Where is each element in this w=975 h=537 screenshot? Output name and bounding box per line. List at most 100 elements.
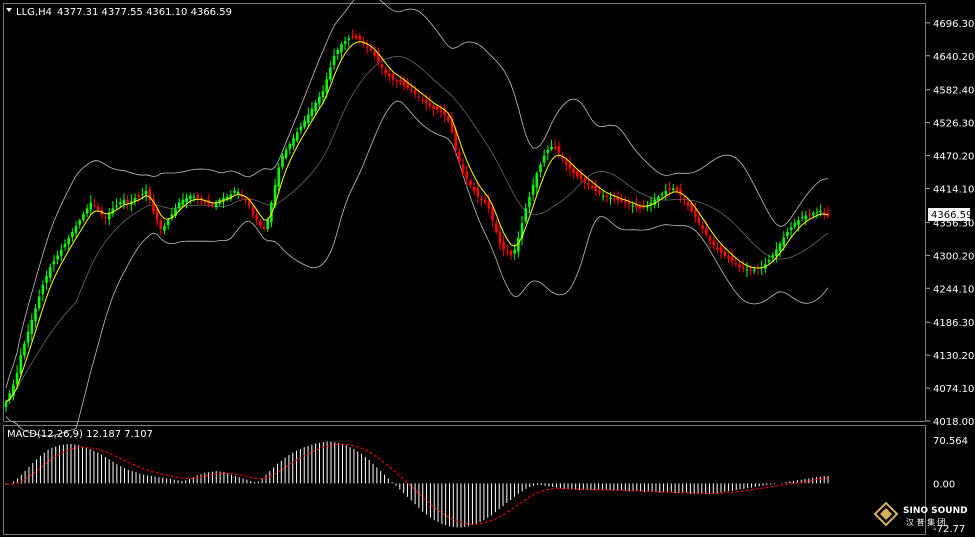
candle-body — [531, 185, 535, 195]
candle-body — [292, 138, 295, 146]
candle-body — [388, 73, 391, 77]
candle-body — [572, 168, 575, 174]
candle-body — [719, 246, 723, 253]
candle-body — [71, 231, 74, 238]
candle-body — [587, 183, 590, 186]
candle-body — [163, 226, 166, 231]
candle-body — [579, 173, 583, 180]
macd-signal-line — [5, 443, 829, 525]
candle-body — [461, 164, 465, 174]
candle-body — [402, 81, 406, 86]
candle-body — [439, 110, 443, 112]
candle-body — [694, 210, 697, 218]
candle-body — [196, 194, 199, 198]
candle-body — [524, 208, 528, 222]
candle-body — [701, 225, 704, 230]
candle-body — [236, 192, 240, 194]
trading-chart[interactable]: 4696.30 4640.20 4582.40 4526.30 4470.20 4414.… — [0, 0, 975, 537]
candle-body — [712, 240, 716, 245]
candle-body — [797, 220, 800, 225]
candle-body — [144, 190, 148, 195]
price-tick-label: 4074.10 — [933, 384, 974, 395]
candle-body — [325, 79, 328, 92]
candle-body — [343, 41, 347, 44]
candle-body — [288, 143, 292, 149]
candle-body — [623, 201, 627, 203]
candle-body — [89, 202, 93, 209]
candle-body — [730, 256, 734, 262]
symbol-dropdown-icon[interactable] — [6, 8, 12, 12]
candle-body — [723, 251, 727, 256]
candle-body — [314, 102, 317, 112]
candle-body — [793, 223, 797, 227]
candle-body — [564, 161, 568, 165]
candle-body — [15, 372, 19, 385]
price-tick-label: 4526.30 — [933, 119, 974, 130]
candle-body — [23, 343, 26, 356]
candle-body — [609, 197, 612, 199]
candle-body — [568, 163, 572, 169]
candle-body — [410, 89, 413, 92]
ohlc-values: 4377.31 4377.55 4361.10 4366.59 — [57, 7, 232, 18]
candle-body — [380, 64, 384, 68]
candle-body — [48, 267, 52, 278]
candle-body — [800, 217, 804, 219]
candle-body — [782, 237, 786, 246]
candle-body — [399, 80, 402, 83]
candle-body — [78, 220, 82, 225]
candle-body — [37, 296, 41, 309]
candle-body — [211, 203, 214, 206]
candle-body — [67, 237, 70, 245]
candle-body — [542, 155, 546, 163]
candle-body — [63, 243, 67, 248]
candle-body — [126, 200, 129, 203]
candle-body — [166, 220, 170, 225]
candle-body — [671, 188, 675, 190]
price-tick-label: 4640.20 — [933, 52, 974, 63]
price-tick-label: 4696.30 — [933, 19, 974, 30]
candle-body — [487, 200, 491, 209]
logo-subtitle: 汉 普 集 团 — [906, 517, 946, 527]
candle-body — [115, 205, 118, 207]
macd-indicator — [5, 441, 829, 528]
candle-body — [82, 214, 85, 220]
candle-body — [734, 263, 738, 265]
candle-body — [74, 226, 78, 234]
candle-body — [177, 202, 181, 209]
candle-body — [185, 197, 188, 202]
candle-body — [354, 35, 358, 39]
ma-line — [5, 40, 829, 403]
candle-body — [281, 155, 284, 167]
candle-body — [583, 179, 587, 183]
candle-body — [590, 186, 594, 188]
candle-body — [697, 217, 701, 224]
candle-body — [259, 221, 262, 227]
bollinger-lower-line — [5, 100, 829, 437]
candle-body — [262, 226, 266, 230]
candle-body — [668, 188, 671, 190]
candle-body — [675, 187, 679, 191]
candle-body — [660, 193, 664, 195]
candle-body — [45, 276, 48, 283]
candle-body — [424, 99, 428, 103]
logo-name: SINO SOUND — [903, 506, 968, 516]
candle-body — [413, 90, 417, 95]
candle-body — [786, 231, 789, 237]
candle-body — [428, 103, 432, 106]
candle-body — [771, 255, 775, 258]
candle-body — [498, 231, 502, 244]
candle-body — [137, 195, 140, 197]
candle-body — [557, 146, 561, 153]
candle-body — [605, 195, 609, 197]
candle-body — [122, 199, 126, 204]
candle-body — [255, 215, 258, 221]
candle-body — [26, 331, 30, 343]
candle-body — [104, 217, 107, 219]
candle-body — [244, 199, 247, 201]
candle-body — [266, 220, 270, 230]
symbol-timeframe[interactable]: LLG,H4 — [16, 7, 52, 18]
candle-body — [435, 106, 439, 110]
candle-body — [96, 206, 100, 210]
price-tick-label: 4186.30 — [933, 318, 974, 329]
price-tick-label: 4470.20 — [933, 152, 974, 163]
